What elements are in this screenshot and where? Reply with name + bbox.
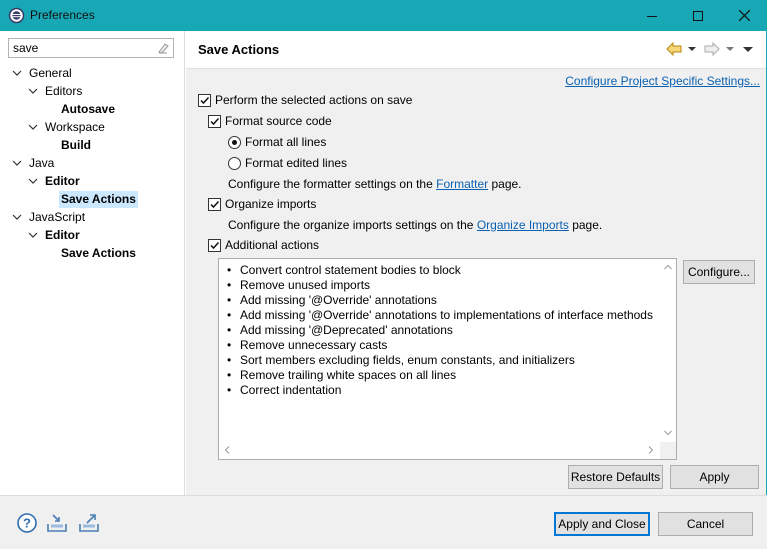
list-item: Add missing '@Deprecated' annotations [227, 323, 653, 338]
chevron-down-icon[interactable] [12, 209, 22, 226]
chevron-left-icon [224, 446, 230, 454]
additional-actions-list[interactable]: Convert control statement bodies to bloc… [218, 258, 677, 460]
filter-input[interactable] [13, 40, 153, 56]
scrollbar-corner [660, 442, 676, 459]
export-icon[interactable] [78, 512, 100, 534]
tree-item-label: Save Actions [61, 246, 136, 260]
close-icon [738, 10, 750, 21]
list-item: Add missing '@Override' annotations to i… [227, 308, 653, 323]
checkbox-label: Organize imports [225, 197, 317, 211]
preferences-nav: General Editors Autosave Workspace Build… [0, 31, 185, 495]
apply-button[interactable]: Apply [670, 465, 759, 489]
maximize-button[interactable] [675, 0, 721, 31]
minimize-button[interactable] [629, 0, 675, 31]
import-icon[interactable] [46, 512, 68, 534]
checkbox-label: Additional actions [225, 238, 320, 252]
filter-field[interactable] [8, 38, 174, 58]
checkbox-label: Perform the selected actions on save [215, 93, 413, 107]
view-menu-button[interactable] [742, 41, 754, 57]
maximize-icon [693, 10, 703, 21]
checkbox[interactable] [198, 94, 211, 107]
tree-item-label: Save Actions [59, 191, 138, 208]
forward-arrow-icon [704, 42, 720, 56]
radio-button[interactable] [228, 157, 241, 170]
apply-and-close-button[interactable]: Apply and Close [554, 512, 650, 536]
configure-button[interactable]: Configure... [683, 260, 755, 284]
tree-item-label: Editor [45, 228, 80, 242]
list-item: Add missing '@Override' annotations [227, 293, 653, 308]
list-item: Remove unnecessary casts [227, 338, 653, 353]
list-item: Remove unused imports [227, 278, 653, 293]
chevron-down-icon[interactable] [12, 65, 22, 82]
back-arrow-icon [666, 42, 682, 56]
radio-label: Format all lines [245, 135, 327, 149]
title-bar: Preferences [0, 0, 767, 31]
radio-button[interactable] [228, 136, 241, 149]
page-title: Save Actions [198, 42, 280, 57]
organize-text: Configure the organize imports settings … [228, 218, 477, 232]
scroll-up-button[interactable] [660, 259, 676, 275]
preference-page: Save Actions Configure Project Specific … [186, 31, 766, 495]
eclipse-icon [8, 7, 25, 24]
chevron-down-icon[interactable] [28, 119, 38, 136]
tree-item-label: Build [61, 138, 91, 152]
chevron-down-icon[interactable] [725, 44, 735, 54]
window-title: Preferences [30, 8, 95, 22]
formatter-text: Configure the formatter settings on the [228, 177, 437, 191]
scroll-right-button[interactable] [643, 442, 659, 458]
chevron-down-icon[interactable] [28, 83, 38, 100]
tree-item-label: Editor [45, 174, 80, 188]
chevron-up-icon [664, 264, 672, 270]
tree-item-label: General [29, 66, 72, 80]
chevron-down-icon[interactable] [28, 227, 38, 244]
list-item: Sort members excluding fields, enum cons… [227, 353, 653, 368]
clear-filter-icon[interactable] [156, 41, 170, 55]
checkbox-label: Format source code [225, 114, 332, 128]
vertical-scrollbar[interactable] [660, 259, 676, 443]
minimize-icon [647, 15, 657, 17]
restore-defaults-button[interactable]: Restore Defaults [568, 465, 663, 489]
organize-imports-link[interactable]: Organize Imports [477, 218, 569, 232]
chevron-down-icon[interactable] [28, 173, 38, 190]
formatter-link[interactable]: Formatter [436, 177, 488, 191]
scroll-left-button[interactable] [219, 442, 235, 458]
organize-text-end: page. [568, 218, 603, 232]
checkbox[interactable] [208, 115, 221, 128]
check-icon [210, 241, 220, 250]
radio-label: Format edited lines [245, 156, 348, 170]
horizontal-scrollbar[interactable] [219, 442, 660, 459]
dialog-footer: ? Apply and Close Cancel [0, 495, 767, 549]
checkbox[interactable] [208, 198, 221, 211]
checkbox[interactable] [208, 239, 221, 252]
check-icon [200, 96, 210, 105]
actions-list: Convert control statement bodies to bloc… [227, 263, 653, 398]
scroll-down-button[interactable] [660, 425, 676, 441]
check-icon [210, 117, 220, 126]
list-item: Convert control statement bodies to bloc… [227, 263, 653, 278]
forward-button[interactable] [704, 41, 735, 57]
list-item: Remove trailing white spaces on all line… [227, 368, 653, 383]
check-icon [210, 200, 220, 209]
formatter-info: Configure the formatter settings on the … [228, 177, 522, 191]
tree-item-label: JavaScript [29, 210, 86, 224]
chevron-right-icon [648, 446, 654, 454]
cancel-button[interactable]: Cancel [658, 512, 753, 536]
help-icon[interactable]: ? [16, 512, 38, 534]
svg-text:?: ? [23, 516, 31, 531]
view-menu-icon [743, 47, 753, 52]
configure-project-settings-link[interactable]: Configure Project Specific Settings... [565, 74, 760, 88]
chevron-down-icon [664, 430, 672, 436]
list-item: Correct indentation [227, 383, 653, 398]
back-button[interactable] [666, 41, 697, 57]
page-header: Save Actions [186, 31, 766, 69]
tree-item-label: Workspace [45, 120, 105, 134]
chevron-down-icon[interactable] [12, 155, 22, 172]
tree-item-label: Editors [45, 84, 83, 98]
chevron-down-icon[interactable] [687, 44, 697, 54]
close-button[interactable] [721, 0, 767, 31]
tree-item-label: Autosave [61, 102, 116, 116]
formatter-text-end: page. [488, 177, 522, 191]
organize-imports-info: Configure the organize imports settings … [228, 218, 602, 232]
tree-item-label: Java [29, 156, 55, 170]
